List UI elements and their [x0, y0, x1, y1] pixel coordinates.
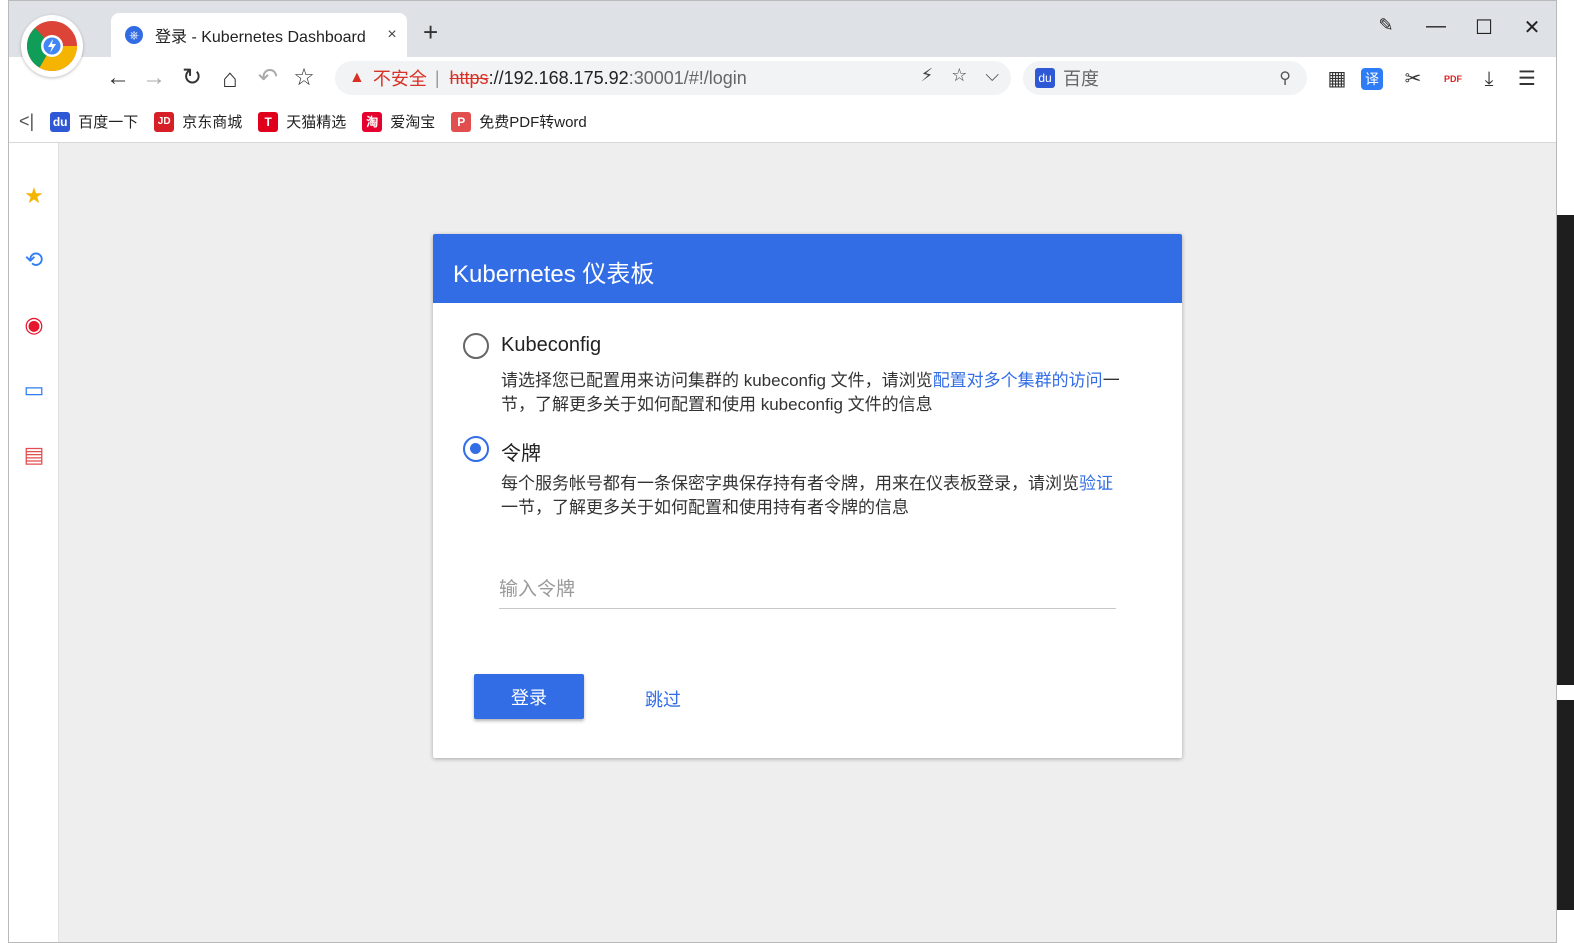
login-card: Kubernetes 仪表板 Kubeconfig 请选择您已配置用来访问集群的…	[433, 234, 1182, 758]
kubeconfig-radio[interactable]	[463, 333, 489, 359]
history-icon[interactable]: ⟲	[21, 247, 47, 273]
bookmark-tmall[interactable]: T 天猫精选	[258, 111, 346, 132]
bookmark-jd[interactable]: JD 京东商城	[154, 111, 242, 132]
address-separator: |	[434, 67, 440, 88]
search-placeholder: 百度	[1063, 69, 1099, 89]
page-content: Kubernetes 仪表板 Kubeconfig 请选择您已配置用来访问集群的…	[59, 144, 1556, 942]
token-radio[interactable]	[463, 436, 489, 462]
jd-bookmark-icon: JD	[154, 111, 175, 132]
weibo-icon[interactable]: ◉	[21, 312, 47, 338]
baidu-bookmark-icon: du	[50, 111, 71, 132]
scissors-icon[interactable]: ✂	[1399, 65, 1427, 93]
bookmark-aitaobao[interactable]: 淘 爱淘宝	[362, 111, 435, 132]
note-icon[interactable]: ✎	[1371, 15, 1401, 36]
browser-logo-icon[interactable]	[21, 15, 83, 77]
bookmark-pdf-to-word[interactable]: P 免费PDF转word	[451, 111, 587, 132]
skip-link[interactable]: 跳过	[645, 686, 681, 712]
download-icon[interactable]: ⤓	[1475, 65, 1503, 93]
forward-button[interactable]: →	[139, 63, 169, 93]
bookmark-label: 百度一下	[78, 114, 139, 131]
kubeconfig-description: 请选择您已配置用来访问集群的 kubeconfig 文件，请浏览配置对多个集群的…	[501, 371, 1120, 414]
sidebar-toggle-icon[interactable]: <|	[19, 111, 34, 132]
home-button[interactable]: ⌂	[215, 63, 245, 93]
url-protocol: https	[449, 67, 489, 88]
back-button[interactable]: ←	[103, 63, 133, 93]
kubeconfig-label[interactable]: Kubeconfig	[501, 334, 601, 357]
token-input[interactable]	[499, 571, 1116, 609]
tab-title: 登录 - Kubernetes Dashboard	[155, 29, 366, 46]
tmall-bookmark-icon: T	[258, 111, 279, 132]
url-host: ://192.168.175.92	[488, 67, 629, 88]
url-path: :30001/#!/login	[628, 67, 747, 88]
pdf-sidebar-icon[interactable]: ▤	[21, 442, 47, 468]
tab-active[interactable]: ⎈ 登录 - Kubernetes Dashboard ×	[111, 13, 407, 57]
login-button[interactable]: 登录	[474, 674, 584, 719]
menu-icon[interactable]: ☰	[1513, 65, 1541, 93]
kubernetes-favicon-icon: ⎈	[125, 26, 143, 44]
security-label[interactable]: 不安全	[373, 65, 427, 91]
bookmark-label: 天猫精选	[286, 114, 347, 131]
star-icon[interactable]: ★	[21, 183, 47, 209]
kubeconfig-help-link[interactable]: 配置对多个集群的访问	[933, 371, 1103, 390]
desktop-right-edge	[1556, 0, 1574, 943]
token-description: 每个服务帐号都有一条保密字典保存持有者令牌，用来在仪表板登录，请浏览验证一节，了…	[501, 474, 1113, 517]
taobao-bookmark-icon: 淘	[362, 111, 383, 132]
auth-help-link[interactable]: 验证	[1079, 474, 1113, 493]
chevron-down-icon[interactable]: ⌵	[985, 65, 999, 86]
new-tab-button[interactable]: +	[423, 17, 438, 47]
reload-button[interactable]: ↻	[177, 63, 207, 93]
bookmark-label: 爱淘宝	[390, 114, 436, 131]
baidu-icon: du	[1035, 68, 1055, 88]
bookmarks-bar: <| du 百度一下 JD 京东商城 T 天猫精选 淘 爱淘宝 P 免费PDF转…	[9, 101, 1556, 143]
search-box[interactable]: du 百度 ⚲	[1023, 61, 1307, 95]
undo-close-button[interactable]: ↶	[253, 63, 283, 93]
bookmark-baidu[interactable]: du 百度一下	[50, 111, 138, 132]
qr-code-icon[interactable]: ▦	[1323, 65, 1351, 93]
maximize-button[interactable]: ☐	[1469, 15, 1499, 40]
tab-strip: ⎈ 登录 - Kubernetes Dashboard × + ✎ — ☐ ✕	[9, 1, 1556, 77]
flash-icon[interactable]: ⚡	[921, 65, 934, 86]
bookmark-star-icon[interactable]: ☆	[951, 65, 967, 86]
minimize-button[interactable]: —	[1421, 15, 1451, 38]
browser-sidebar: ★ ⟲ ◉ ▭ ▤	[9, 143, 59, 942]
pdf-bookmark-icon: P	[451, 111, 472, 132]
card-title: Kubernetes 仪表板	[433, 234, 1182, 303]
card-icon[interactable]: ▭	[21, 377, 47, 403]
window-close-button[interactable]: ✕	[1517, 15, 1547, 40]
toolbar: ← → ↻ ⌂ ↶ ☆ ▲ 不安全 | https://192.168.175.…	[9, 57, 1556, 101]
translate-icon[interactable]: 译	[1361, 68, 1383, 90]
bookmark-label: 免费PDF转word	[479, 114, 587, 131]
favorite-button[interactable]: ☆	[289, 63, 319, 93]
bookmark-label: 京东商城	[182, 114, 243, 131]
search-icon[interactable]: ⚲	[1279, 68, 1291, 88]
browser-window: ⎈ 登录 - Kubernetes Dashboard × + ✎ — ☐ ✕ …	[8, 0, 1557, 943]
warning-icon: ▲	[349, 69, 365, 86]
address-bar[interactable]: ▲ 不安全 | https://192.168.175.92:30001/#!/…	[335, 61, 1011, 95]
token-label[interactable]: 令牌	[501, 437, 541, 466]
tab-close-icon[interactable]: ×	[377, 26, 407, 44]
pdf-icon[interactable]: PDF	[1439, 65, 1467, 93]
